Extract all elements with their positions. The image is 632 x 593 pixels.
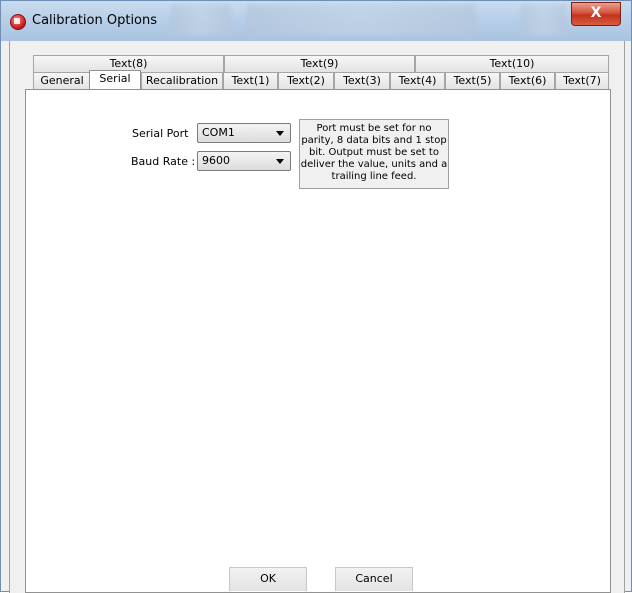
baud-rate-label: Baud Rate : <box>131 155 196 168</box>
tab-text-3[interactable]: Text(3) <box>334 72 390 89</box>
tab-text-2[interactable]: Text(2) <box>278 72 334 89</box>
title-bar[interactable]: Calibration Options X <box>1 1 631 41</box>
cancel-button[interactable]: Cancel <box>335 567 413 591</box>
chevron-down-icon <box>276 131 284 136</box>
ok-button[interactable]: OK <box>229 567 307 591</box>
window-title: Calibration Options <box>32 13 158 28</box>
serial-port-value: COM1 <box>202 126 235 139</box>
tab-row-bottom: General Serial Recalibration Text(1) Tex… <box>33 70 609 89</box>
serial-port-note: Port must be set for no parity, 8 data b… <box>299 119 449 189</box>
background-blur <box>521 5 566 35</box>
serial-port-label: Serial Port <box>132 127 189 140</box>
chevron-down-icon <box>276 159 284 164</box>
tab-text-6[interactable]: Text(6) <box>500 72 555 89</box>
tab-general[interactable]: General <box>33 72 91 89</box>
background-blur <box>246 5 476 35</box>
tab-text-7[interactable]: Text(7) <box>555 72 609 89</box>
serial-port-select[interactable]: COM1 <box>197 123 291 143</box>
tab-text-10[interactable]: Text(10) <box>415 55 609 72</box>
tab-text-9[interactable]: Text(9) <box>224 55 415 72</box>
tab-text-4[interactable]: Text(4) <box>390 72 445 89</box>
tab-serial[interactable]: Serial <box>89 70 141 89</box>
background-blur <box>171 5 231 35</box>
baud-rate-value: 9600 <box>202 154 230 167</box>
tab-recalibration[interactable]: Recalibration <box>141 72 223 89</box>
baud-rate-select[interactable]: 9600 <box>197 151 291 171</box>
calibration-options-window: Calibration Options X Text(8) Text(9) Te… <box>0 0 632 593</box>
app-icon <box>10 14 26 30</box>
tab-text-1[interactable]: Text(1) <box>223 72 278 89</box>
close-button[interactable]: X <box>571 2 621 26</box>
tab-text-5[interactable]: Text(5) <box>445 72 500 89</box>
